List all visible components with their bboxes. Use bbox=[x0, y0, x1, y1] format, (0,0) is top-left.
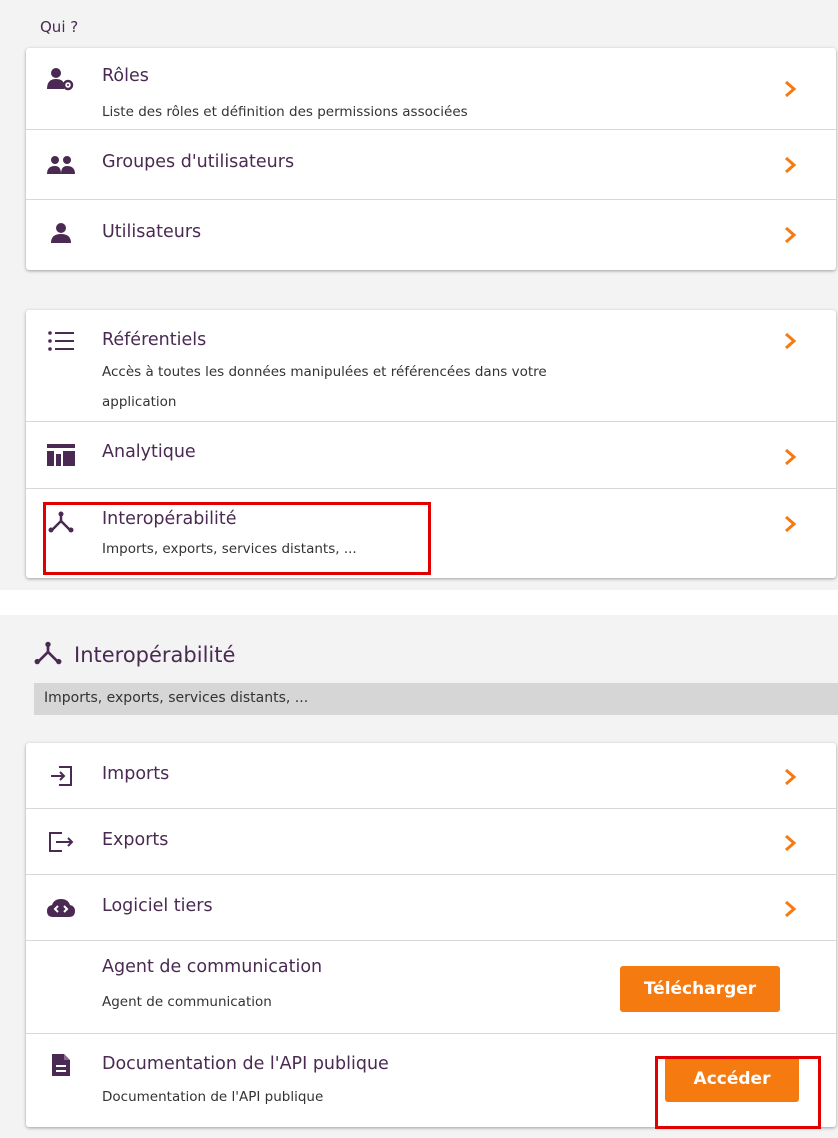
user-gear-icon bbox=[46, 66, 76, 92]
imports-title: Imports bbox=[102, 764, 170, 784]
communication-agent-description: Agent de communication bbox=[102, 994, 272, 1010]
page-subtitle: Imports, exports, services distants, ... bbox=[34, 683, 838, 715]
document-icon bbox=[46, 1052, 76, 1078]
chevron-right-icon bbox=[785, 834, 797, 852]
menu-item-imports[interactable]: Imports bbox=[26, 743, 836, 809]
chevron-right-icon bbox=[785, 156, 797, 174]
menu-item-analytics[interactable]: Analytique bbox=[26, 422, 836, 489]
interop-header: Interopérabilité bbox=[34, 640, 235, 670]
interop-icon bbox=[34, 640, 62, 670]
cloud-icon bbox=[46, 895, 76, 921]
referentials-description-line2: application bbox=[102, 394, 177, 410]
list-icon bbox=[46, 328, 76, 354]
download-button[interactable]: Télécharger bbox=[620, 966, 780, 1012]
menu-item-roles[interactable]: Rôles Liste des rôles et définition des … bbox=[26, 48, 836, 130]
page-title: Interopérabilité bbox=[74, 643, 236, 667]
user-icon bbox=[46, 220, 76, 246]
highlight-box-access-button bbox=[655, 1056, 821, 1129]
users-title: Utilisateurs bbox=[102, 222, 202, 242]
highlight-box-interoperability bbox=[43, 502, 431, 575]
chevron-right-icon bbox=[785, 226, 797, 244]
chevron-right-icon bbox=[785, 448, 797, 466]
export-icon bbox=[46, 829, 76, 855]
chevron-right-icon bbox=[785, 768, 797, 786]
referentials-title: Référentiels bbox=[102, 330, 207, 350]
import-icon bbox=[46, 763, 76, 789]
user-groups-title: Groupes d'utilisateurs bbox=[102, 152, 295, 172]
menu-item-exports[interactable]: Exports bbox=[26, 809, 836, 875]
menu-item-referentials[interactable]: Référentiels Accès à toutes les données … bbox=[26, 310, 836, 422]
chevron-right-icon bbox=[785, 515, 797, 533]
chevron-right-icon bbox=[785, 80, 797, 98]
referentials-description-line1: Accès à toutes les données manipulées et… bbox=[102, 364, 547, 380]
menu-item-user-groups[interactable]: Groupes d'utilisateurs bbox=[26, 130, 836, 200]
third-party-software-title: Logiciel tiers bbox=[102, 896, 213, 916]
analytics-title: Analytique bbox=[102, 442, 196, 462]
public-api-documentation-title: Documentation de l'API publique bbox=[102, 1054, 389, 1074]
who-card: Rôles Liste des rôles et définition des … bbox=[26, 48, 836, 270]
menu-item-third-party-software[interactable]: Logiciel tiers bbox=[26, 875, 836, 941]
users-group-icon bbox=[46, 152, 76, 178]
communication-agent-title: Agent de communication bbox=[102, 957, 323, 977]
chevron-right-icon bbox=[785, 332, 797, 350]
item-communication-agent: Agent de communication Agent de communic… bbox=[26, 941, 836, 1034]
section-label-who: Qui ? bbox=[40, 18, 79, 36]
public-api-documentation-description: Documentation de l'API publique bbox=[102, 1089, 324, 1105]
chevron-right-icon bbox=[785, 900, 797, 918]
exports-title: Exports bbox=[102, 830, 169, 850]
roles-description: Liste des rôles et définition des permis… bbox=[102, 104, 468, 120]
analytics-icon bbox=[46, 442, 76, 468]
roles-title: Rôles bbox=[102, 66, 149, 86]
menu-item-users[interactable]: Utilisateurs bbox=[26, 200, 836, 270]
